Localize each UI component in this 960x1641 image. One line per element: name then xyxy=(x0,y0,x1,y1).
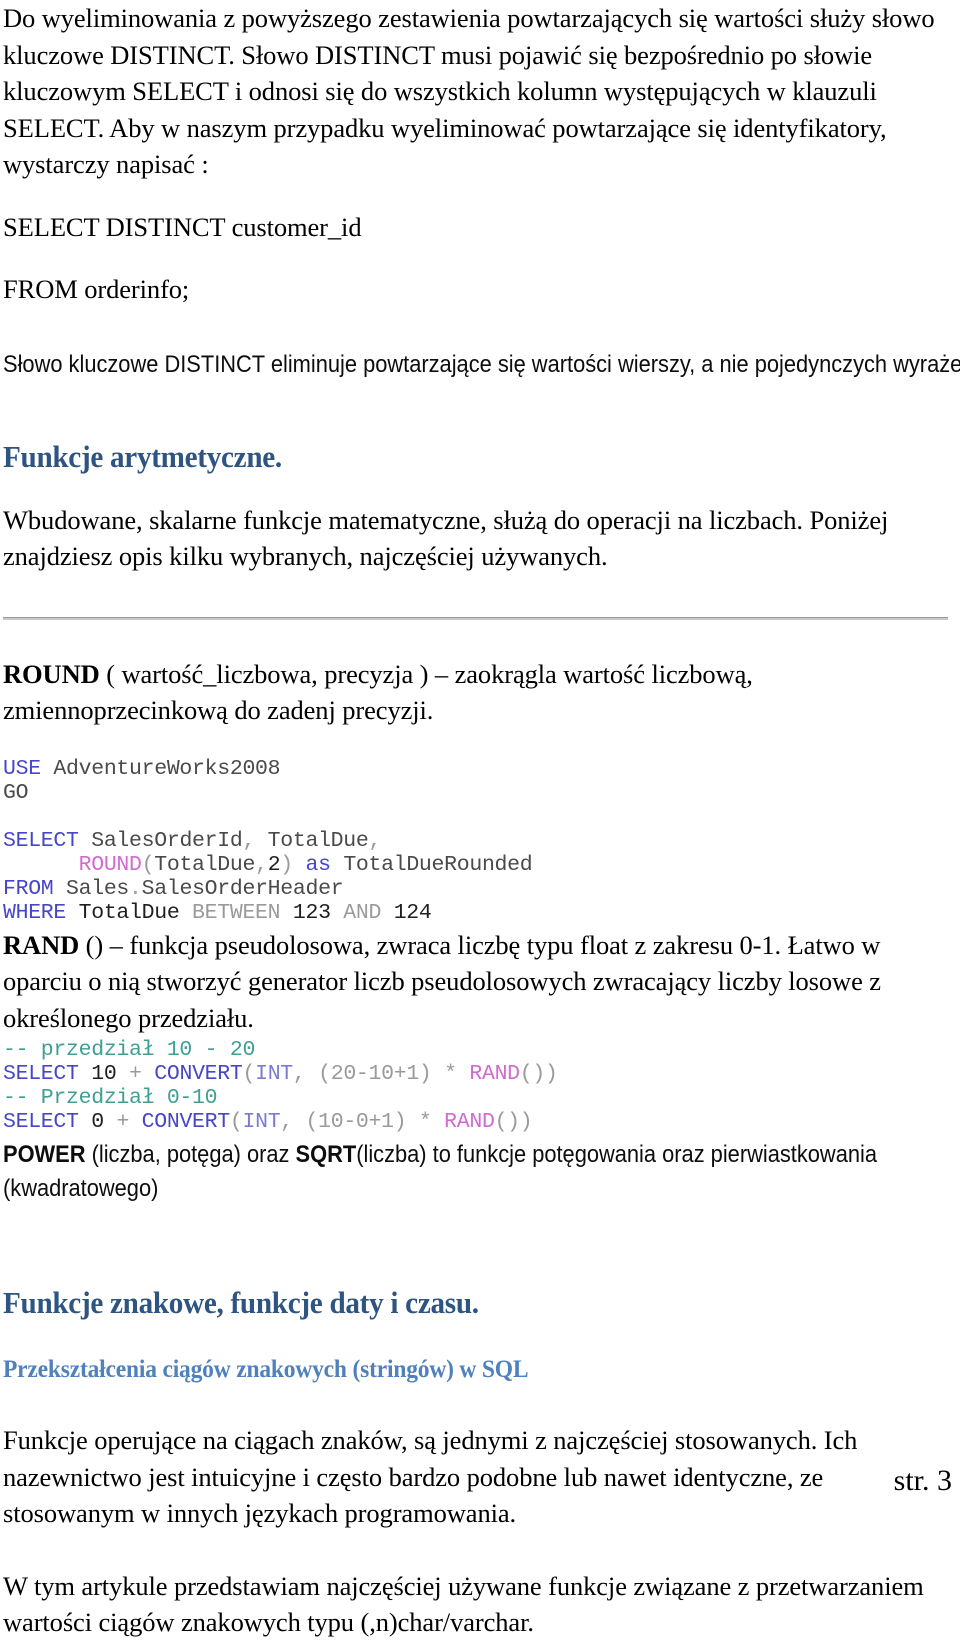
code-token: WHERE xyxy=(3,900,67,925)
code-token: AdventureWorks2008 xyxy=(40,756,281,781)
code-token: as xyxy=(292,852,332,877)
code-token: ( xyxy=(229,1110,243,1134)
rand-function-name: RAND xyxy=(3,929,80,960)
code-token: RAND xyxy=(456,1062,520,1086)
rand-description: RAND () – funkcja pseudolosowa, zwraca l… xyxy=(3,927,951,1037)
code-token: ( xyxy=(242,1062,256,1086)
code-token: 2 xyxy=(267,852,281,877)
strings-paragraph-1: Funkcje operujące na ciągach znaków, są … xyxy=(3,1425,858,1528)
code-token: AND xyxy=(343,900,382,925)
power-args: (liczba, potęga) oraz xyxy=(85,1141,296,1168)
code-token: CONVERT xyxy=(129,1110,231,1134)
code-token: SELECT xyxy=(3,1062,79,1086)
code-token: 0 xyxy=(78,1110,117,1134)
code-token: , xyxy=(368,828,382,853)
code-token: ) xyxy=(280,852,293,877)
code-token: SalesOrderHeader xyxy=(141,876,344,901)
code-token: (20-10+1) xyxy=(305,1062,432,1086)
round-signature-text: ( wartość_liczbowa, precyzja ) – zaokrąg… xyxy=(3,658,753,726)
code-token: TotalDue xyxy=(255,828,369,853)
code-token: SalesOrderId xyxy=(78,828,243,853)
rand-signature-text: () – funkcja pseudolosowa, zwraca liczbę… xyxy=(3,929,881,1033)
code-token: -- Przedział 0-10 xyxy=(3,1086,218,1110)
round-code-block: USE AdventureWorks2008 GO SELECT SalesOr… xyxy=(3,757,951,925)
document-page: Do wyeliminowania z powyższego zestawien… xyxy=(0,0,960,1637)
code-token: TotalDue xyxy=(154,852,256,877)
code-token: , xyxy=(255,852,268,877)
code-token: . xyxy=(129,876,142,901)
code-token: INT xyxy=(255,1062,293,1086)
code-token: TotalDueRounded xyxy=(330,852,533,877)
power-function-name: POWER xyxy=(3,1141,86,1168)
code-token: RAND xyxy=(431,1110,495,1134)
code-token: 123 xyxy=(280,900,344,925)
code-token: Sales xyxy=(53,876,130,901)
code-token: FROM xyxy=(3,876,54,901)
code-token: -- przedział 10 - 20 xyxy=(3,1038,256,1062)
code-token: (10-0+1) xyxy=(292,1110,407,1134)
code-token: BETWEEN xyxy=(192,900,281,925)
code-token: SELECT xyxy=(3,828,79,853)
round-description: ROUND ( wartość_liczbowa, precyzja ) – z… xyxy=(3,656,951,729)
intro-paragraph: Do wyeliminowania z powyższego zestawien… xyxy=(3,3,935,179)
code-token: + xyxy=(129,1062,142,1086)
code-token: SELECT xyxy=(3,1110,79,1134)
code-token: ()) xyxy=(519,1062,558,1086)
code-token: CONVERT xyxy=(141,1062,243,1086)
code-token: USE xyxy=(3,756,41,781)
code-token: ()) xyxy=(494,1110,533,1134)
arithmetic-paragraph: Wbudowane, skalarne funkcje matematyczne… xyxy=(3,504,889,572)
code-token: 10 xyxy=(78,1062,130,1086)
intro-query-line-2: FROM orderinfo; xyxy=(3,274,190,304)
code-token: * xyxy=(431,1062,457,1086)
round-function-name: ROUND xyxy=(3,658,100,689)
sqrt-function-name: SQRT xyxy=(295,1141,357,1168)
code-token: 124 xyxy=(381,900,432,925)
heading-funkcje-znakowe: Funkcje znakowe, funkcje daty i czasu. xyxy=(3,1285,479,1320)
code-token: , xyxy=(292,1062,306,1086)
page-content: Do wyeliminowania z powyższego zestawien… xyxy=(3,0,960,1641)
code-token: ( xyxy=(141,852,155,877)
heading-funkcje-arytmetyczne: Funkcje arytmetyczne. xyxy=(3,438,282,474)
page-number-footer: str. 3 xyxy=(893,1464,952,1497)
code-token: TotalDue xyxy=(66,900,193,925)
code-token: GO xyxy=(3,780,29,805)
code-token: + xyxy=(116,1110,130,1134)
power-sqrt-line-2: (kwadratowego) xyxy=(3,1175,159,1202)
power-sqrt-line-1: POWER (liczba, potęga) oraz SQRT(liczba)… xyxy=(3,1138,877,1172)
code-token: INT xyxy=(242,1110,281,1134)
code-token: , xyxy=(242,828,256,853)
code-token: * xyxy=(406,1110,432,1134)
sqrt-args: (liczba) to funkcje potęgowania oraz pie… xyxy=(356,1141,877,1168)
code-token: ROUND xyxy=(78,852,142,877)
code-token: , xyxy=(280,1110,293,1134)
rand-code-block: -- przedział 10 - 20 SELECT 10 + CONVERT… xyxy=(3,1038,951,1134)
strings-paragraph-2: W tym artykule przedstawiam najczęściej … xyxy=(3,1570,924,1638)
intro-query-line-1: SELECT DISTINCT customer_id xyxy=(3,211,362,242)
subheading-przeksztalcenia: Przekształcenia ciągów znakowych (string… xyxy=(3,1356,529,1383)
distinct-note: Słowo kluczowe DISTINCT eliminuje powtar… xyxy=(3,350,960,378)
